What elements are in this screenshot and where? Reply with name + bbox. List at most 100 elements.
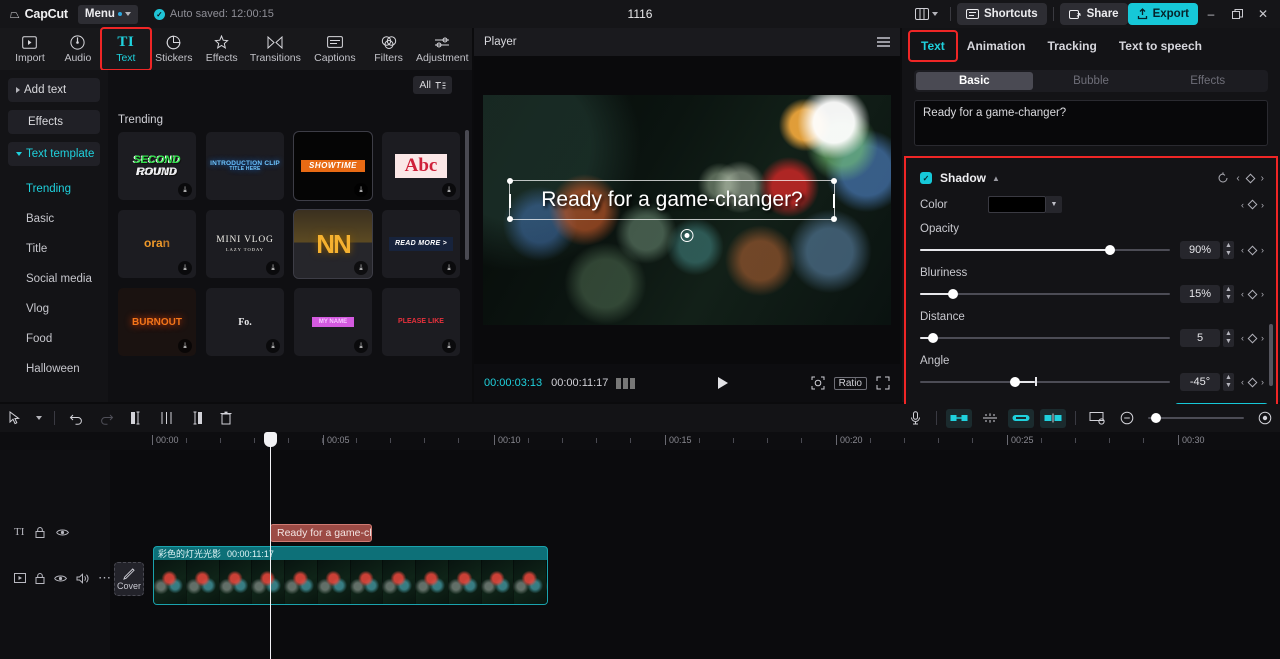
tool-text[interactable]: TI Text [99, 27, 152, 71]
keyframe-next-icon[interactable]: › [1261, 333, 1264, 343]
tool-audio[interactable]: Audio [54, 29, 102, 69]
video-preview[interactable]: Ready for a game-changer? [483, 95, 891, 325]
zoom-out-button[interactable] [1112, 406, 1142, 430]
opacity-slider[interactable] [920, 243, 1170, 257]
bluriness-value[interactable]: 15% [1180, 285, 1220, 303]
close-button[interactable]: ✕ [1250, 1, 1276, 27]
resize-handle-bottom-left[interactable] [507, 216, 513, 222]
sidebar-item-basic[interactable]: Basic [8, 204, 100, 234]
minimize-button[interactable]: – [1198, 1, 1224, 27]
tool-transitions[interactable]: Transitions [246, 29, 305, 69]
layout-button[interactable] [909, 3, 944, 25]
tool-import[interactable]: Import [6, 29, 54, 69]
crop-button[interactable] [1082, 406, 1112, 430]
left-panel-scrollbar[interactable] [465, 130, 469, 260]
template-card[interactable]: NN ⤓ [293, 209, 373, 279]
maximize-button[interactable] [1224, 1, 1250, 27]
link-clips-button[interactable] [1008, 408, 1034, 428]
template-card[interactable]: INTRODUCTION CLIP TITLE HERE [206, 132, 284, 200]
frames-icon[interactable] [616, 377, 636, 389]
select-tool-button[interactable] [0, 406, 30, 430]
sidebar-item-food[interactable]: Food [8, 324, 100, 354]
right-panel-scrollbar[interactable] [1269, 324, 1273, 386]
segment-basic[interactable]: Basic [916, 72, 1033, 90]
menu-button[interactable]: Menu [77, 4, 138, 24]
sidebar-item-add-text[interactable]: Add text [8, 78, 100, 102]
keyframe-prev-icon[interactable]: ‹ [1241, 333, 1244, 343]
template-card[interactable]: BURNOUT ⤓ [118, 288, 196, 356]
template-card[interactable]: oran ⤓ [118, 210, 196, 278]
download-icon[interactable]: ⤓ [178, 183, 192, 197]
eye-icon[interactable] [54, 574, 67, 583]
tool-filters[interactable]: Filters [365, 29, 413, 69]
playhead[interactable] [264, 432, 277, 659]
lock-icon[interactable] [35, 526, 45, 538]
resize-handle-right[interactable] [833, 194, 835, 208]
split-button[interactable] [151, 406, 181, 430]
bluriness-slider[interactable] [920, 287, 1170, 301]
cover-button[interactable]: Cover [114, 562, 144, 596]
adjust-speed-button[interactable] [975, 406, 1005, 430]
distance-value[interactable]: 5 [1180, 329, 1220, 347]
keyframe-icon[interactable] [1247, 245, 1258, 255]
color-swatch[interactable] [988, 196, 1046, 213]
filter-all-button[interactable]: All [413, 76, 452, 94]
undo-button[interactable] [61, 406, 91, 430]
play-button[interactable] [718, 377, 729, 389]
template-card[interactable]: Abc ⤓ [382, 132, 460, 200]
template-card[interactable]: READ MORE > ⤓ [382, 210, 460, 278]
download-icon[interactable]: ⤓ [354, 339, 368, 353]
download-icon[interactable]: ⤓ [442, 183, 456, 197]
fullscreen-icon[interactable] [876, 376, 890, 390]
bluriness-stepper[interactable]: ▲ ▼ [1223, 285, 1234, 303]
keyframe-icon[interactable] [1247, 333, 1258, 343]
select-tool-dropdown[interactable] [30, 406, 48, 430]
download-icon[interactable]: ⤓ [442, 339, 456, 353]
resize-handle-top-right[interactable] [831, 178, 837, 184]
timeline-ruler[interactable]: 00:00 00:05 00:10 00:15 00:20 00:25 00:3… [0, 432, 1280, 450]
keyframe-next-icon[interactable]: › [1261, 173, 1264, 184]
sidebar-item-title[interactable]: Title [8, 234, 100, 264]
keyframe-next-icon[interactable]: › [1261, 289, 1264, 299]
export-button[interactable]: Export [1127, 3, 1198, 25]
player-menu-icon[interactable] [877, 37, 890, 47]
text-input-area[interactable]: Ready for a game-changer? [914, 100, 1268, 146]
sidebar-item-text-template[interactable]: Text template [8, 142, 100, 166]
lock-icon[interactable] [35, 572, 45, 584]
video-clip[interactable]: 彩色的灯光光影 00:00:11:17 [153, 546, 548, 605]
keyframe-next-icon[interactable]: › [1261, 377, 1264, 387]
zoom-in-button[interactable] [1250, 406, 1280, 430]
split-clip-button[interactable] [1040, 408, 1066, 428]
segment-effects[interactable]: Effects [1149, 72, 1266, 90]
segment-bubble[interactable]: Bubble [1033, 72, 1150, 90]
magnify-icon[interactable] [811, 376, 825, 390]
sidebar-item-halloween[interactable]: Halloween [8, 354, 100, 384]
opacity-stepper[interactable]: ▲ ▼ [1223, 241, 1234, 259]
sidebar-item-vlog[interactable]: Vlog [8, 294, 100, 324]
angle-value[interactable]: -45° [1180, 373, 1220, 391]
eye-icon[interactable] [56, 528, 70, 537]
download-icon[interactable]: ⤓ [266, 261, 280, 275]
template-card[interactable]: SHOWTIME ⤓ [293, 131, 373, 201]
playhead-handle[interactable] [264, 432, 277, 447]
resize-handle-bottom-right[interactable] [831, 216, 837, 222]
keyframe-prev-icon[interactable]: ‹ [1241, 200, 1244, 210]
shadow-checkbox[interactable]: ✓ [920, 172, 932, 184]
keyframe-prev-icon[interactable]: ‹ [1241, 377, 1244, 387]
tool-captions[interactable]: Captions [305, 29, 364, 69]
download-icon[interactable]: ⤓ [442, 261, 456, 275]
auto-cut-button[interactable] [946, 408, 972, 428]
template-card[interactable]: MINI VLOG LAZY TODAY ⤓ [206, 210, 284, 278]
text-overlay-selection[interactable]: Ready for a game-changer? [507, 178, 837, 222]
tool-stickers[interactable]: Stickers [150, 29, 198, 69]
download-icon[interactable]: ⤓ [354, 183, 368, 197]
distance-stepper[interactable]: ▲ ▼ [1223, 329, 1234, 347]
delete-button[interactable] [211, 406, 241, 430]
more-options-icon[interactable]: ⋯ [98, 570, 112, 586]
share-button[interactable]: Share [1059, 3, 1128, 25]
tab-tracking[interactable]: Tracking [1036, 32, 1107, 60]
text-clip[interactable]: Ready for a game-cha [270, 524, 372, 542]
keyframe-next-icon[interactable]: › [1261, 245, 1264, 255]
tab-text[interactable]: Text [908, 30, 958, 62]
split-left-button[interactable] [121, 406, 151, 430]
